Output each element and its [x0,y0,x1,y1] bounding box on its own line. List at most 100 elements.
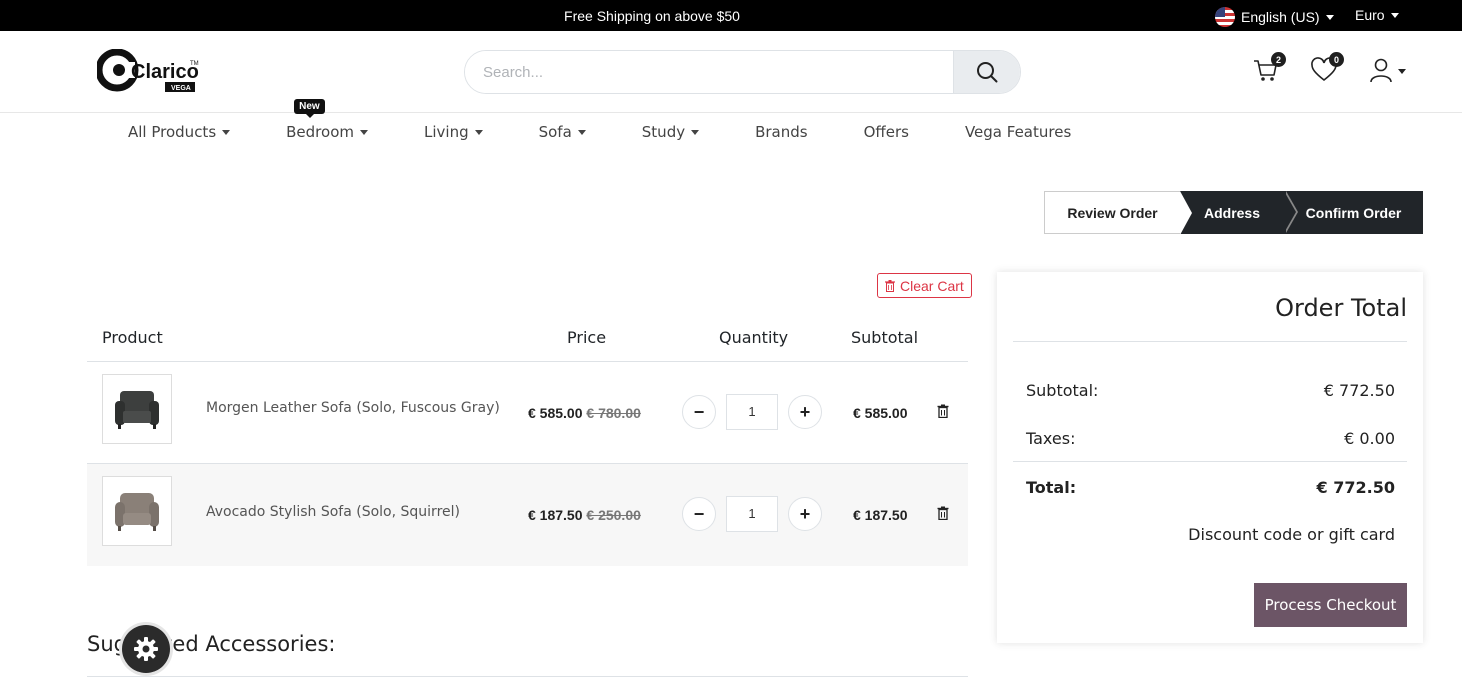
nav-item-label: Study [641,123,686,141]
chevron-down-icon [360,129,368,135]
nav-item-label: Sofa [538,123,572,141]
checkout-steps: Review Order Address Confirm Order [1044,191,1423,235]
nav-item-label: Vega Features [964,123,1072,141]
cart-table: Product Price Quantity Subtotal Morgen L… [87,312,968,566]
qty-input[interactable]: 1 [726,496,778,532]
nav-item-offers[interactable]: Offers [864,123,909,141]
clear-cart-label: Clear Cart [900,277,964,294]
language-label: English (US) [1241,9,1320,25]
chevron-down-icon [1398,69,1406,74]
chevron-down-icon [577,129,586,135]
remove-item-button[interactable] [937,506,949,525]
nav-item-label: Bedroom [286,123,354,141]
total-row: Total: € 772.50 [1026,478,1395,497]
chevron-down-icon [222,129,231,135]
qty-input[interactable]: 1 [726,394,778,430]
price-old: € 780.00 [586,405,641,421]
chevron-down-icon [1325,14,1334,20]
gear-icon [134,637,158,661]
total-label: Total: [1026,478,1077,497]
product-price: € 187.50 € 250.00 [528,507,641,523]
nav-item-sofa[interactable]: Sofa [539,123,586,141]
product-price: € 585.00 € 780.00 [528,405,641,421]
logo[interactable]: Clarico TM VEGA [95,48,207,95]
order-total-title: Order Total [1275,294,1407,322]
trash-icon [937,404,949,419]
language-selector[interactable]: English (US) [1215,7,1334,27]
step-confirm-order[interactable]: Confirm Order [1284,191,1423,234]
top-bar: Free Shipping on above $50 English (US) … [0,0,1462,31]
quantity-stepper: − 1 + [682,394,822,430]
divider [87,676,968,677]
subtotal-value: € 772.50 [1323,381,1395,400]
nav-item-label: All Products [128,123,217,141]
header-subtotal: Subtotal [851,328,919,347]
taxes-row: Taxes: € 0.00 [1026,429,1395,448]
armchair-image [115,493,159,531]
remove-item-button[interactable] [937,404,949,423]
price-old: € 250.00 [586,507,641,523]
search-button[interactable] [953,51,1020,93]
chevron-down-icon [691,129,700,135]
taxes-label: Taxes: [1026,429,1076,448]
header-quantity: Quantity [719,328,789,347]
logo-text: Clarico [131,61,199,83]
clear-cart-button[interactable]: Clear Cart [877,273,972,298]
currency-selector[interactable]: Euro [1355,7,1399,23]
nav-item-living[interactable]: Living [424,123,483,141]
increase-qty-button[interactable]: + [788,395,822,429]
table-row: Morgen Leather Sofa (Solo, Fuscous Gray)… [87,362,968,464]
armchair-image [115,391,159,429]
discount-code-link[interactable]: Discount code or gift card [1188,525,1395,544]
nav-item-label: Offers [863,123,909,141]
total-value: € 772.50 [1316,478,1395,497]
increase-qty-button[interactable]: + [788,497,822,531]
user-menu-button[interactable] [1368,56,1408,86]
nav-item-bedroom[interactable]: New Bedroom [286,99,368,141]
step-address[interactable]: Address [1180,191,1298,234]
settings-button[interactable] [122,625,170,673]
nav-item-label: Brands [755,123,808,141]
nav-item-study[interactable]: Study [641,123,700,141]
table-header: Product Price Quantity Subtotal [87,312,968,362]
product-thumbnail[interactable] [102,374,172,444]
header-product: Product [102,328,163,347]
order-total-panel: Order Total Subtotal: € 772.50 Taxes: € … [997,272,1423,643]
product-thumbnail[interactable] [102,476,172,546]
product-name[interactable]: Morgen Leather Sofa (Solo, Fuscous Gray) [206,400,500,416]
taxes-value: € 0.00 [1344,429,1395,448]
process-checkout-button[interactable]: Process Checkout [1254,583,1407,627]
subtotal-label: Subtotal: [1026,381,1099,400]
table-row: Avocado Stylish Sofa (Solo, Squirrel) € … [87,464,968,566]
wishlist-button[interactable]: 0 [1310,52,1344,86]
decrease-qty-button[interactable]: − [682,497,716,531]
divider [1013,461,1407,462]
price-current: € 585.00 [528,405,583,421]
svg-text:TM: TM [190,61,199,67]
nav-item-brands[interactable]: Brands [755,123,808,141]
product-name[interactable]: Avocado Stylish Sofa (Solo, Squirrel) [206,504,460,520]
cart-count-badge: 2 [1271,52,1286,67]
search-bar [464,50,1021,94]
header: Clarico TM VEGA 2 0 [0,31,1462,113]
divider [1013,341,1407,342]
subtotal-row: Subtotal: € 772.50 [1026,381,1395,400]
row-subtotal: € 585.00 [853,405,908,421]
chevron-down-icon [1390,12,1399,18]
currency-label: Euro [1355,7,1385,23]
logo-sub: VEGA [171,85,191,92]
nav-item-label: Living [424,123,469,141]
chevron-down-icon [474,129,483,135]
user-icon [1370,58,1392,83]
decrease-qty-button[interactable]: − [682,395,716,429]
search-icon [977,62,998,83]
nav-item-all-products[interactable]: All Products [128,123,231,141]
row-subtotal: € 187.50 [853,507,908,523]
promo-text: Free Shipping on above $50 [564,8,740,24]
step-review-order[interactable]: Review Order [1044,191,1192,235]
main-nav: All Products New Bedroom Living Sofa Stu… [128,99,1127,141]
cart-button[interactable]: 2 [1252,52,1286,86]
nav-item-vega-features[interactable]: Vega Features [965,123,1071,141]
us-flag-icon [1215,7,1235,27]
search-input[interactable] [465,51,953,93]
